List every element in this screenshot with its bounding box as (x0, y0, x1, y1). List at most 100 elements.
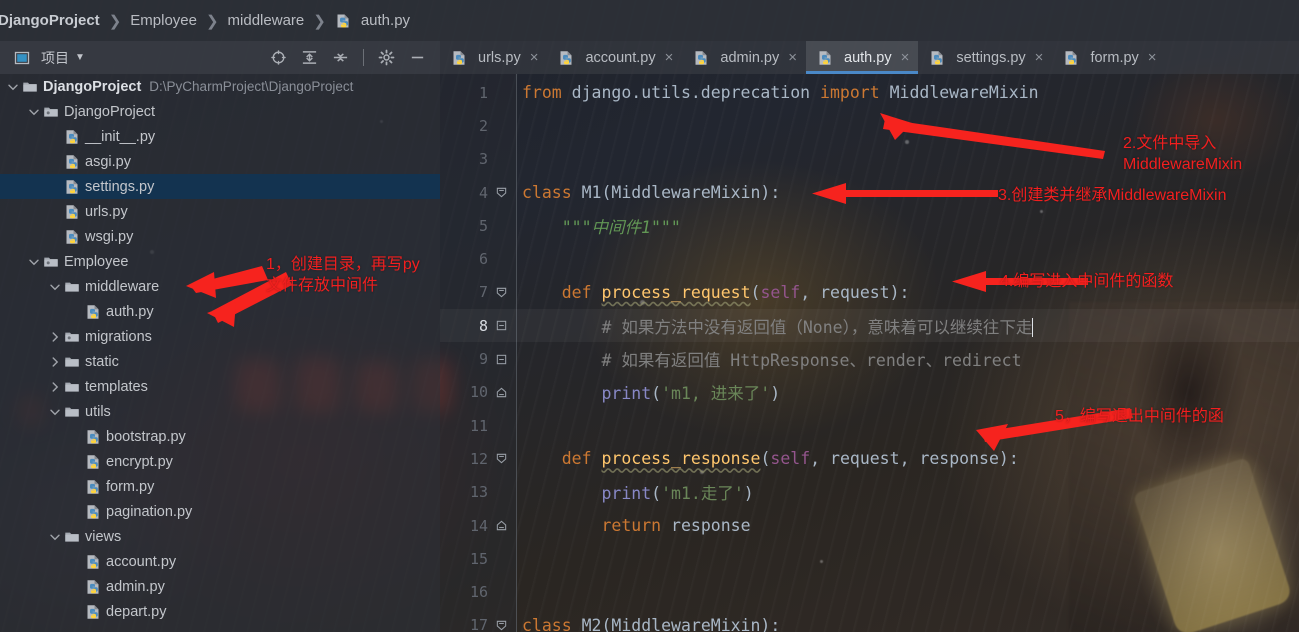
tree-item-label: templates (85, 378, 148, 395)
chevron-right-icon[interactable] (48, 380, 62, 394)
tree-item-migrations[interactable]: migrations (0, 324, 440, 349)
fold-marker-icon[interactable] (488, 319, 514, 332)
annotation-4: 4.编写进入中间件的函数 (1000, 273, 1174, 290)
code-token: response (919, 449, 999, 469)
line-number: 7 (478, 283, 488, 302)
editor-tab-settings-py[interactable]: settings.py × (918, 41, 1052, 74)
hide-window-icon[interactable] (409, 49, 426, 66)
tree-item-form-py[interactable]: form.py (0, 474, 440, 499)
fold-marker-icon[interactable] (488, 386, 514, 399)
editor-tab-account-py[interactable]: account.py × (547, 41, 682, 74)
editor-tab-auth-py[interactable]: auth.py × (806, 41, 919, 74)
tree-item-views[interactable]: views (0, 524, 440, 549)
tab-close-icon[interactable]: × (901, 49, 910, 66)
tab-close-icon[interactable]: × (665, 49, 674, 66)
editor-tab-admin-py[interactable]: admin.py × (682, 41, 806, 74)
line-number: 6 (478, 250, 488, 269)
code-text: class M2(MiddlewareMixin): (514, 616, 780, 632)
line-number: 5 (478, 216, 488, 235)
tree-item-encrypt-py[interactable]: encrypt.py (0, 449, 440, 474)
editor-tab-urls-py[interactable]: urls.py × (440, 41, 547, 74)
tree-item-templates[interactable]: templates (0, 374, 440, 399)
module-folder-icon (44, 107, 58, 117)
fold-marker-icon[interactable] (488, 452, 514, 465)
chevron-right-icon[interactable] (48, 330, 62, 344)
code-line[interactable]: 12 def process_response(self, request, r… (440, 442, 1299, 475)
code-token: django.utils.deprecation (571, 83, 821, 103)
code-line[interactable]: 13 print('m1.走了') (440, 476, 1299, 509)
line-number: 16 (469, 583, 488, 602)
chevron-down-icon[interactable] (27, 255, 41, 269)
tree-item-auth-py[interactable]: auth.py (0, 299, 440, 324)
line-number: 4 (478, 183, 488, 202)
tab-close-icon[interactable]: × (788, 49, 797, 66)
breadcrumb-item-employee[interactable]: Employee (128, 12, 199, 29)
chevron-down-icon[interactable] (6, 80, 20, 94)
tab-close-icon[interactable]: × (1035, 49, 1044, 66)
chevron-down-icon[interactable] (48, 405, 62, 419)
tree-item-admin-py[interactable]: admin.py (0, 574, 440, 599)
collapse-all-icon[interactable] (332, 49, 349, 66)
fold-marker-icon[interactable] (488, 353, 514, 366)
tree-item--init-py[interactable]: __init__.py (0, 124, 440, 149)
pycharm-window: DjangoProject ❯ Employee ❯ middleware ❯ … (0, 0, 1299, 632)
tree-item-urls-py[interactable]: urls.py (0, 199, 440, 224)
tree-item-pagination-py[interactable]: pagination.py (0, 499, 440, 524)
breadcrumb-item-middleware[interactable]: middleware (226, 12, 307, 29)
fold-marker-icon[interactable] (488, 286, 514, 299)
python-file-icon (66, 229, 78, 244)
project-tree[interactable]: DjangoProject D:\PyCharmProject\DjangoPro… (0, 74, 440, 632)
fold-marker-icon[interactable] (488, 186, 514, 199)
code-token: (MiddlewareMixin): (601, 183, 781, 203)
chevron-right-icon[interactable] (48, 355, 62, 369)
code-token: process_response (601, 449, 761, 469)
tree-item-wsgi-py[interactable]: wsgi.py (0, 224, 440, 249)
tree-item-djangoproject[interactable]: DjangoProject (0, 99, 440, 124)
chevron-down-icon[interactable] (48, 530, 62, 544)
tree-item-depart-py[interactable]: depart.py (0, 599, 440, 624)
line-number: 8 (478, 316, 488, 335)
chevron-down-icon[interactable] (48, 280, 62, 294)
code-line[interactable]: 17 class M2(MiddlewareMixin): (440, 609, 1299, 632)
editor-tab-label: form.py (1090, 49, 1139, 66)
tree-item-account-py[interactable]: account.py (0, 549, 440, 574)
tree-item-asgi-py[interactable]: asgi.py (0, 149, 440, 174)
editor-tab-form-py[interactable]: form.py × (1052, 41, 1165, 74)
line-number: 9 (478, 350, 488, 369)
code-token: self (760, 282, 801, 302)
code-line[interactable]: 15 (440, 542, 1299, 575)
locate-icon[interactable] (270, 49, 287, 66)
code-line[interactable]: 16 (440, 576, 1299, 609)
chevron-down-icon[interactable] (27, 105, 41, 119)
tree-item-bootstrap-py[interactable]: bootstrap.py (0, 424, 440, 449)
tree-item-label: Employee (64, 253, 129, 270)
expand-all-icon[interactable] (301, 49, 318, 66)
breadcrumb-item-project[interactable]: DjangoProject (0, 12, 102, 29)
line-number: 12 (469, 449, 488, 468)
tab-close-icon[interactable]: × (530, 49, 539, 66)
tree-item-static[interactable]: static (0, 349, 440, 374)
chevron-down-icon[interactable]: ▼ (75, 52, 85, 63)
code-token: class (522, 183, 582, 203)
tree-item-settings-py[interactable]: settings.py (0, 174, 440, 199)
breadcrumb-item-file[interactable]: auth.py (333, 12, 412, 29)
code-line[interactable]: 14 return response (440, 509, 1299, 542)
code-token: import (820, 83, 890, 103)
code-line[interactable]: 9 # 如果有返回值 HttpResponse、render、redirect (440, 342, 1299, 375)
editor-tab-bar[interactable]: urls.py × account.py × admin.py × auth.py × sett… (440, 41, 1299, 74)
tab-close-icon[interactable]: × (1148, 49, 1157, 66)
tree-item-utils[interactable]: utils (0, 399, 440, 424)
code-line[interactable]: 8 # 如果方法中没有返回值（None），意味着可以继续往下走 (440, 309, 1299, 342)
python-file-icon (87, 579, 99, 594)
code-line[interactable]: 10 print('m1, 进来了') (440, 376, 1299, 409)
fold-marker-icon[interactable] (488, 619, 514, 632)
code-line[interactable]: 5 """中间件1""" (440, 209, 1299, 242)
folder-icon (65, 407, 79, 417)
settings-gear-icon[interactable] (378, 49, 395, 66)
project-tool-window-title[interactable]: 项目 ▼ (14, 48, 85, 68)
tree-item-djangoproject[interactable]: DjangoProject D:\PyCharmProject\DjangoPro… (0, 74, 440, 99)
fold-marker-icon[interactable] (488, 519, 514, 532)
annotation-3: 3.创建类并继承MiddlewareMixin (998, 187, 1227, 204)
code-line[interactable]: 1 from django.utils.deprecation import Mi… (440, 76, 1299, 109)
